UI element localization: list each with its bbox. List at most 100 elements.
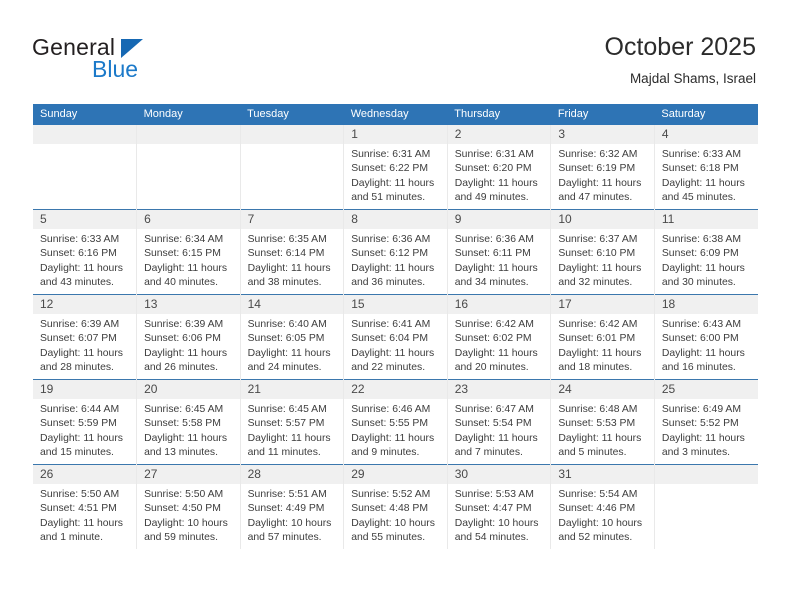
daylight-text-line1: Daylight: 11 hours [351,432,435,444]
calendar-day-cell[interactable]: 11 Sunrise: 6:38 AM Sunset: 6:09 PM Dayligh… [654,209,758,295]
calendar-day-cell-empty [240,125,345,210]
day-number: 5 [33,210,137,229]
day-number: 20 [137,380,240,399]
weekday-header-saturday: Saturday [654,104,758,125]
day-astro-info: Sunrise: 5:52 AM Sunset: 4:48 PM Daylight:… [344,484,447,545]
calendar-day-cell[interactable]: 21 Sunrise: 6:45 AM Sunset: 5:57 PM Dayligh… [240,379,345,465]
calendar-day-cell[interactable]: 1 Sunrise: 6:31 AM Sunset: 6:22 PM Daylight… [343,125,448,210]
day-number: 17 [551,295,654,314]
calendar-day-cell[interactable]: 10 Sunrise: 6:37 AM Sunset: 6:10 PM Dayligh… [550,209,655,295]
day-number: 18 [654,295,758,314]
calendar-day-cell-empty [654,464,758,549]
daylight-text-line1: Daylight: 11 hours [144,347,228,359]
calendar-day-cell[interactable]: 5 Sunrise: 6:33 AM Sunset: 6:16 PM Daylight… [33,209,138,295]
calendar-day-cell[interactable]: 3 Sunrise: 6:32 AM Sunset: 6:19 PM Daylight… [550,125,655,210]
sunset-text: Sunset: 5:57 PM [247,418,325,430]
calendar-day-cell[interactable]: 7 Sunrise: 6:35 AM Sunset: 6:14 PM Daylight… [240,209,345,295]
calendar-day-cell[interactable]: 6 Sunrise: 6:34 AM Sunset: 6:15 PM Daylight… [136,209,241,295]
sunrise-text: Sunrise: 6:38 AM [661,234,742,245]
title-block: October 2025 Majdal Shams, Israel [605,32,757,88]
calendar-day-cell[interactable]: 30 Sunrise: 5:53 AM Sunset: 4:47 PM Dayligh… [447,464,552,549]
calendar-day-cell[interactable]: 4 Sunrise: 6:33 AM Sunset: 6:18 PM Daylight… [654,125,758,210]
sunset-text: Sunset: 6:22 PM [351,163,429,175]
calendar-day-cell[interactable]: 18 Sunrise: 6:43 AM Sunset: 6:00 PM Dayligh… [654,294,758,380]
day-number: 12 [33,295,137,314]
calendar-day-cell[interactable]: 8 Sunrise: 6:36 AM Sunset: 6:12 PM Daylight… [343,209,448,295]
sunrise-text: Sunrise: 6:40 AM [247,319,327,330]
calendar-day-cell[interactable]: 17 Sunrise: 6:42 AM Sunset: 6:01 PM Dayligh… [550,294,655,380]
daylight-text-line2: and 52 minutes. [558,531,633,543]
calendar-day-cell[interactable]: 16 Sunrise: 6:42 AM Sunset: 6:02 PM Dayligh… [447,294,552,380]
day-astro-info: Sunrise: 5:54 AM Sunset: 4:46 PM Daylight:… [551,484,654,545]
calendar-day-cell[interactable]: 2 Sunrise: 6:31 AM Sunset: 6:20 PM Daylight… [447,125,552,210]
sunrise-text: Sunrise: 5:50 AM [144,489,224,500]
calendar-day-cell[interactable]: 31 Sunrise: 5:54 AM Sunset: 4:46 PM Dayligh… [550,464,655,549]
day-number: 19 [33,380,137,399]
daylight-text-line2: and 24 minutes. [247,361,322,373]
calendar-week-row: 26 Sunrise: 5:50 AM Sunset: 4:51 PM Dayligh… [33,464,758,549]
daylight-text-line2: and 3 minutes. [661,446,731,458]
day-astro-info: Sunrise: 6:45 AM Sunset: 5:57 PM Daylight:… [241,399,344,460]
calendar-day-cell[interactable]: 19 Sunrise: 6:44 AM Sunset: 5:59 PM Dayligh… [33,379,138,465]
sunset-text: Sunset: 6:12 PM [351,248,429,260]
general-blue-logo[interactable]: General Blue [32,34,262,90]
calendar-day-cell[interactable]: 26 Sunrise: 5:50 AM Sunset: 4:51 PM Dayligh… [33,464,138,549]
day-number: 26 [33,465,137,484]
day-astro-info: Sunrise: 6:49 AM Sunset: 5:52 PM Daylight:… [655,399,758,460]
sunrise-text: Sunrise: 6:33 AM [661,149,742,160]
sunrise-text: Sunrise: 6:46 AM [351,404,431,415]
day-number: 29 [344,465,447,484]
sunrise-text: Sunrise: 6:48 AM [558,404,638,415]
day-astro-info: Sunrise: 5:50 AM Sunset: 4:50 PM Daylight:… [137,484,240,545]
daylight-text-line2: and 51 minutes. [351,191,426,203]
daylight-text-line1: Daylight: 11 hours [144,432,228,444]
calendar-page: General Blue October 2025 Majdal Shams, … [0,0,792,612]
daylight-text-line1: Daylight: 11 hours [40,517,123,529]
calendar-day-cell[interactable]: 13 Sunrise: 6:39 AM Sunset: 6:06 PM Dayligh… [136,294,241,380]
daylight-text-line1: Daylight: 10 hours [247,517,332,529]
calendar-day-cell[interactable]: 12 Sunrise: 6:39 AM Sunset: 6:07 PM Dayligh… [33,294,138,380]
calendar-day-cell[interactable]: 15 Sunrise: 6:41 AM Sunset: 6:04 PM Dayligh… [343,294,448,380]
sunset-text: Sunset: 5:58 PM [144,418,221,430]
day-number [137,125,240,144]
daylight-text-line1: Daylight: 11 hours [40,432,123,444]
sunset-text: Sunset: 6:01 PM [558,333,636,345]
day-astro-info: Sunrise: 6:47 AM Sunset: 5:54 PM Daylight:… [448,399,551,460]
daylight-text-line2: and 38 minutes. [247,276,322,288]
day-astro-info: Sunrise: 6:31 AM Sunset: 6:22 PM Daylight:… [344,144,447,205]
page-subtitle: Majdal Shams, Israel [629,71,756,86]
daylight-text-line2: and 11 minutes. [247,446,321,458]
sunrise-text: Sunrise: 6:45 AM [247,404,327,415]
sunset-text: Sunset: 4:51 PM [40,503,117,515]
page-header: General Blue October 2025 Majdal Shams, … [0,0,792,98]
calendar-day-cell[interactable]: 25 Sunrise: 6:49 AM Sunset: 5:52 PM Dayligh… [654,379,758,465]
sunrise-text: Sunrise: 6:44 AM [40,404,120,415]
sunset-text: Sunset: 6:04 PM [351,333,429,345]
day-number: 1 [344,125,447,144]
weekday-header-sunday: Sunday [33,104,137,125]
calendar-day-cell[interactable]: 28 Sunrise: 5:51 AM Sunset: 4:49 PM Dayligh… [240,464,345,549]
daylight-text-line1: Daylight: 11 hours [454,177,538,189]
calendar-day-cell[interactable]: 23 Sunrise: 6:47 AM Sunset: 5:54 PM Dayligh… [447,379,552,465]
daylight-text-line1: Daylight: 10 hours [558,517,643,529]
daylight-text-line2: and 59 minutes. [144,531,218,543]
daylight-text-line1: Daylight: 11 hours [247,262,331,274]
day-astro-info: Sunrise: 6:36 AM Sunset: 6:12 PM Daylight:… [344,229,447,290]
sunrise-text: Sunrise: 6:45 AM [144,404,224,415]
daylight-text-line1: Daylight: 11 hours [454,347,538,359]
sunset-text: Sunset: 6:20 PM [454,163,532,175]
daylight-text-line1: Daylight: 11 hours [40,262,123,274]
calendar-day-cell[interactable]: 29 Sunrise: 5:52 AM Sunset: 4:48 PM Dayligh… [343,464,448,549]
sunset-text: Sunset: 4:50 PM [144,503,221,515]
logo-text-blue: Blue [92,56,139,82]
calendar-day-cell[interactable]: 14 Sunrise: 6:40 AM Sunset: 6:05 PM Dayligh… [240,294,345,380]
calendar-day-cell[interactable]: 9 Sunrise: 6:36 AM Sunset: 6:11 PM Daylight… [447,209,552,295]
calendar-day-cell[interactable]: 24 Sunrise: 6:48 AM Sunset: 5:53 PM Dayligh… [550,379,655,465]
day-number: 8 [344,210,447,229]
daylight-text-line1: Daylight: 11 hours [351,177,435,189]
calendar-day-cell[interactable]: 22 Sunrise: 6:46 AM Sunset: 5:55 PM Dayligh… [343,379,448,465]
calendar-day-cell[interactable]: 27 Sunrise: 5:50 AM Sunset: 4:50 PM Dayligh… [136,464,241,549]
calendar-day-cell[interactable]: 20 Sunrise: 6:45 AM Sunset: 5:58 PM Dayligh… [136,379,241,465]
day-astro-info: Sunrise: 6:34 AM Sunset: 6:15 PM Daylight:… [137,229,240,290]
sunrise-text: Sunrise: 5:51 AM [247,489,327,500]
